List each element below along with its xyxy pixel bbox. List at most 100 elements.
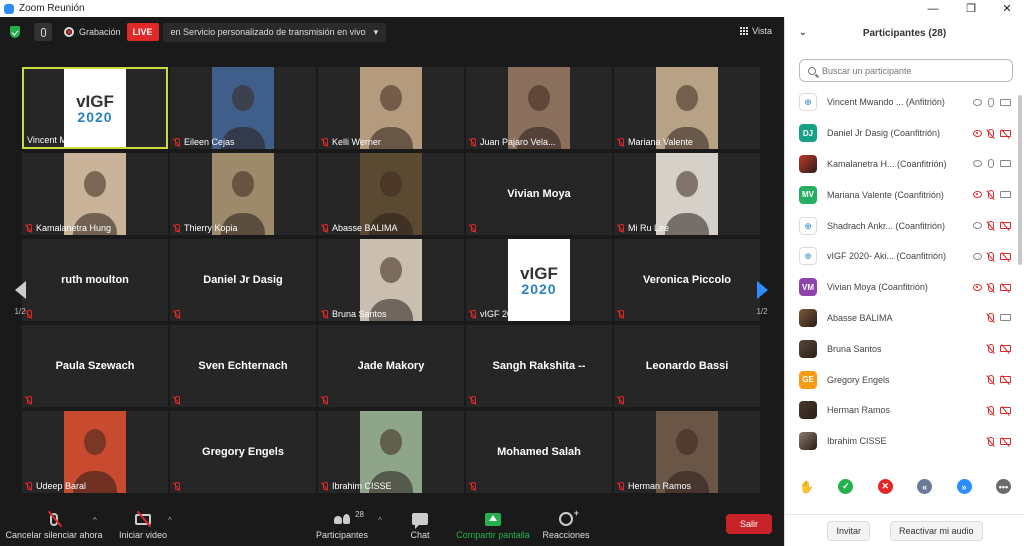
participant-tile[interactable]: Leonardo Bassi bbox=[614, 325, 760, 407]
panel-footer: Invitar Reactivar mi audio bbox=[785, 514, 1024, 546]
reactions-button[interactable]: Reacciones bbox=[516, 508, 616, 540]
participant-tile[interactable]: Paula Szewach bbox=[22, 325, 168, 407]
more-icon[interactable]: ••• bbox=[995, 479, 1011, 494]
participant-tile[interactable]: Abasse BALIMA bbox=[318, 153, 464, 235]
security-shield-icon[interactable] bbox=[10, 26, 20, 38]
leave-button[interactable]: Salir bbox=[726, 514, 772, 534]
microphone-muted-icon bbox=[173, 396, 181, 405]
participant-row[interactable]: VM Vivian Moya (Coanfitrión) bbox=[785, 272, 1017, 303]
unmute-button[interactable]: Cancelar silenciar ahora bbox=[4, 508, 104, 540]
participant-row[interactable]: DJ Daniel Jr Dasig (Coanfitrión) bbox=[785, 118, 1017, 149]
participant-name: Udeep Baral bbox=[36, 481, 87, 491]
participant-tile[interactable]: Sangh Rakshita -- bbox=[466, 325, 612, 407]
close-button[interactable]: ✕ bbox=[990, 0, 1024, 17]
microphone-muted-icon bbox=[617, 481, 625, 491]
audio-status-icon[interactable] bbox=[34, 23, 52, 41]
participant-tile[interactable]: vIGF 2020 Vincent Mwando (vi... bbox=[22, 67, 168, 149]
participant-tile[interactable]: Ibrahim CISSE bbox=[318, 411, 464, 493]
participant-status-icons bbox=[973, 251, 1011, 261]
participant-tile[interactable]: vIGF 2020 vIGF 2020 - Akinb... bbox=[466, 239, 612, 321]
camera-off-icon bbox=[1000, 406, 1011, 414]
minimize-button[interactable]: — bbox=[916, 0, 950, 17]
restore-button[interactable]: ❐ bbox=[954, 0, 988, 17]
participant-row[interactable]: Abasse BALIMA bbox=[785, 303, 1017, 334]
participant-name: Juan Pajaro Vela... bbox=[480, 137, 556, 147]
microphone-muted-icon bbox=[469, 137, 477, 147]
participant-tile[interactable]: Kelli Werner bbox=[318, 67, 464, 149]
collapse-panel-icon[interactable]: ⌄ bbox=[799, 27, 807, 38]
participant-tile[interactable]: Daniel Jr Dasig bbox=[170, 239, 316, 321]
start-video-label: Iniciar video bbox=[118, 530, 168, 540]
participant-row[interactable]: Bruna Santos bbox=[785, 333, 1017, 364]
participant-status-icons bbox=[988, 405, 1011, 415]
participant-tile[interactable]: Kamalanetra Hung bbox=[22, 153, 168, 235]
participant-tile[interactable]: Mariana Valente bbox=[614, 67, 760, 149]
participant-tile[interactable]: Mi Ru Lee bbox=[614, 153, 760, 235]
participant-name: Ibrahim CISSE bbox=[332, 481, 392, 491]
video-options-caret[interactable]: ^ bbox=[168, 516, 172, 525]
person-silhouette bbox=[528, 85, 550, 112]
no-icon[interactable]: ✕ bbox=[877, 479, 893, 494]
participant-list-name: Vivian Moya (Coanfitrión) bbox=[827, 282, 928, 293]
go-slower-icon[interactable]: « bbox=[917, 479, 933, 494]
participant-tile[interactable]: Thierry Kopia bbox=[170, 153, 316, 235]
participant-row[interactable]: GE Gregory Engels bbox=[785, 364, 1017, 395]
participant-tile[interactable]: Eileen Cejas bbox=[170, 67, 316, 149]
participant-search-input[interactable]: Buscar un participante bbox=[799, 59, 1013, 82]
grid-view-icon bbox=[740, 27, 749, 35]
participant-name-center: Gregory Engels bbox=[202, 446, 284, 458]
search-icon bbox=[808, 66, 816, 75]
participant-name: Thierry Kopia bbox=[184, 223, 238, 233]
person-silhouette bbox=[84, 429, 106, 456]
start-video-button[interactable]: Iniciar video bbox=[93, 508, 193, 540]
participant-row[interactable]: Kamalanetra H... (Coanfitrión) bbox=[785, 149, 1017, 180]
microphone-muted-icon bbox=[25, 481, 33, 491]
participant-tile[interactable]: Veronica Piccolo bbox=[614, 239, 760, 321]
avatar-initials: GE bbox=[799, 370, 817, 389]
participant-tile[interactable]: Juan Pajaro Vela... bbox=[466, 67, 612, 149]
next-page-button[interactable]: 1/2 bbox=[752, 265, 772, 331]
participant-row[interactable]: MV Mariana Valente (Coanfitrión) bbox=[785, 179, 1017, 210]
go-faster-icon[interactable]: » bbox=[956, 479, 972, 494]
recording-status-icon bbox=[973, 129, 982, 137]
invite-button[interactable]: Invitar bbox=[827, 520, 870, 541]
participant-tile[interactable]: Mohamed Salah bbox=[466, 411, 612, 493]
participant-list-name: Herman Ramos bbox=[827, 405, 891, 416]
person-silhouette bbox=[380, 257, 402, 284]
recording-status-icon bbox=[973, 222, 982, 230]
microphone-muted-icon bbox=[617, 137, 625, 147]
participant-row[interactable]: Herman Ramos bbox=[785, 395, 1017, 426]
view-button[interactable]: Vista bbox=[740, 26, 772, 36]
participant-tile[interactable]: Bruna Santos bbox=[318, 239, 464, 321]
chevron-down-icon: ▾ bbox=[373, 26, 379, 37]
prev-page-button[interactable]: 1/2 bbox=[10, 265, 30, 331]
participant-label: Eileen Cejas bbox=[173, 137, 235, 147]
participant-tile[interactable]: Herman Ramos bbox=[614, 411, 760, 493]
live-stream-dropdown[interactable]: en Servicio personalizado de transmisión… bbox=[162, 22, 387, 42]
microphone-muted-icon bbox=[321, 481, 329, 491]
recording-label: Grabación bbox=[79, 27, 121, 37]
participant-row[interactable]: ◎ Shadrach Ankr... (Coanfitrión) bbox=[785, 210, 1017, 241]
participant-name: Abasse BALIMA bbox=[332, 223, 398, 233]
participant-tile[interactable]: ruth moulton bbox=[22, 239, 168, 321]
participant-tile[interactable]: Gregory Engels bbox=[170, 411, 316, 493]
avatar-initials: VM bbox=[799, 278, 817, 297]
participant-tile[interactable]: Vivian Moya bbox=[466, 153, 612, 235]
recording-status-icon bbox=[973, 160, 982, 168]
participant-name: Kamalanetra Hung bbox=[36, 223, 112, 233]
participant-row[interactable]: ◎ vIGF 2020- Aki... (Coanfitrión) bbox=[785, 241, 1017, 272]
participant-tile[interactable]: Sven Echternach bbox=[170, 325, 316, 407]
camera-off-icon bbox=[1000, 437, 1011, 445]
raise-hand-icon[interactable]: ✋ bbox=[799, 479, 814, 494]
participant-row[interactable]: Ibrahim CISSE bbox=[785, 426, 1017, 457]
avatar bbox=[799, 432, 817, 451]
yes-icon[interactable]: ✓ bbox=[838, 479, 854, 494]
avatar bbox=[799, 154, 817, 173]
participant-row[interactable]: ◎ Vincent Mwando ... (Anfitrión) bbox=[785, 87, 1017, 118]
participant-tile[interactable]: Udeep Baral bbox=[22, 411, 168, 493]
unmute-me-button[interactable]: Reactivar mi audio bbox=[889, 520, 983, 541]
participant-list-scrollbar[interactable] bbox=[1018, 95, 1022, 265]
meeting-toolbar: Cancelar silenciar ahora ^ Iniciar video… bbox=[0, 506, 784, 546]
title-bar: Zoom Reunión — ❐ ✕ bbox=[0, 0, 1024, 17]
participant-tile[interactable]: Jade Makory bbox=[318, 325, 464, 407]
